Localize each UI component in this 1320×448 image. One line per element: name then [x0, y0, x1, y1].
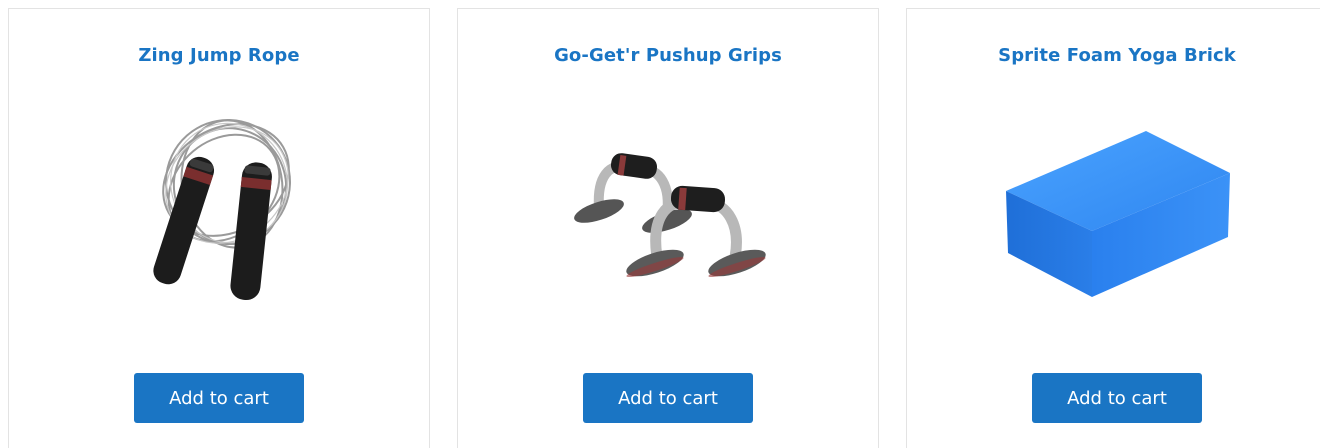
add-to-cart-label: Add to cart	[618, 387, 718, 409]
yoga-brick-image[interactable]	[988, 97, 1248, 317]
pushup-grips-image[interactable]	[539, 97, 799, 317]
product-title-link[interactable]: Zing Jump Rope	[9, 45, 429, 66]
jump-rope-image[interactable]	[90, 97, 350, 317]
add-to-cart-label: Add to cart	[1067, 387, 1167, 409]
product-title-link[interactable]: Go-Get'r Pushup Grips	[458, 45, 878, 66]
add-to-cart-button[interactable]: Add to cart	[134, 373, 304, 423]
product-card: Zing Jump Rope Add to cart	[8, 8, 430, 448]
add-to-cart-button[interactable]: Add to cart	[583, 373, 753, 423]
product-card: Go-Get'r Pushup Grips Add to cart	[457, 8, 879, 448]
product-grid: Zing Jump Rope Add to cart Go-Get'r Push…	[0, 0, 1320, 448]
add-to-cart-button[interactable]: Add to cart	[1032, 373, 1202, 423]
product-card: Sprite Foam Yoga Brick Add to cart	[906, 8, 1320, 448]
add-to-cart-label: Add to cart	[169, 387, 269, 409]
product-title-link[interactable]: Sprite Foam Yoga Brick	[907, 45, 1320, 66]
